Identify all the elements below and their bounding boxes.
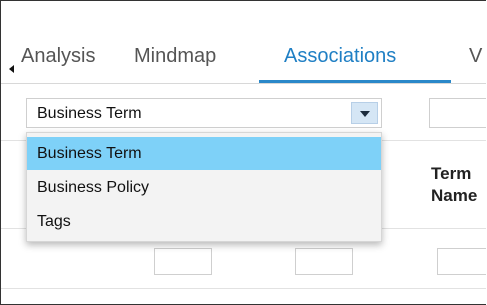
tab-mindmap[interactable]: Mindmap	[134, 45, 216, 68]
tab-next-partial[interactable]: V	[469, 45, 482, 68]
dropdown-option-business-term[interactable]: Business Term	[27, 137, 381, 170]
table-row-border	[1, 288, 486, 289]
object-type-select[interactable]: Business Term	[26, 98, 382, 128]
row-filter-input[interactable]	[154, 248, 212, 275]
row-filter-input[interactable]	[295, 248, 353, 275]
object-type-select-value: Business Term	[37, 105, 142, 122]
column-filter-input[interactable]	[429, 98, 486, 128]
tab-bar: Analysis Mindmap Associations V	[1, 1, 486, 87]
tab-bar-divider	[1, 83, 486, 84]
tab-analysis[interactable]: Analysis	[21, 45, 100, 68]
caret-down-icon	[360, 111, 370, 117]
dropdown-option-tags[interactable]: Tags	[27, 205, 381, 238]
tab-associations[interactable]: Associations	[284, 45, 396, 68]
column-header-term-name[interactable]: Term Name	[431, 163, 477, 207]
associations-panel: Analysis Mindmap Associations V Business…	[0, 0, 486, 305]
object-type-dropdown-list: Business Term Business Policy Tags	[26, 132, 382, 242]
row-filter-input[interactable]	[437, 248, 486, 275]
dropdown-toggle-button[interactable]	[351, 102, 378, 124]
dropdown-option-business-policy[interactable]: Business Policy	[27, 171, 381, 204]
scroll-left-icon[interactable]	[9, 65, 14, 73]
